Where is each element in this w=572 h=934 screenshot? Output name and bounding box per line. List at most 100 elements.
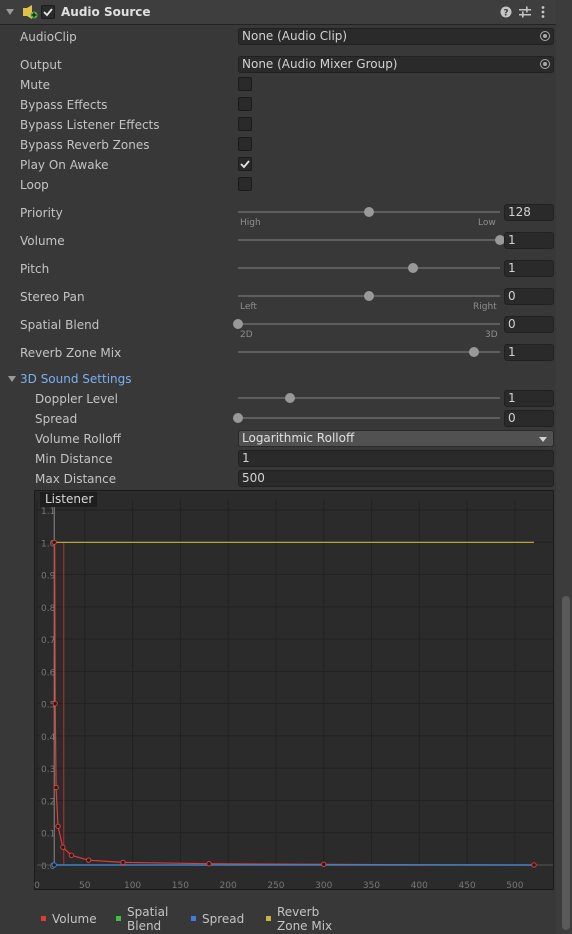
stereo-pan-left-label: Left <box>240 302 257 312</box>
y-tick-label: 0.6 <box>41 668 56 678</box>
reverb-zone-mix-slider-track[interactable] <box>238 351 500 353</box>
volume-rolloff-value: Logarithmic Rolloff <box>242 431 355 445</box>
spatial-blend-slider-knob[interactable] <box>233 319 243 329</box>
output-field[interactable]: None (Audio Mixer Group) <box>238 56 554 73</box>
audio-source-icon <box>23 5 38 19</box>
x-tick-label: 300 <box>315 881 332 890</box>
volume-rolloff-dropdown[interactable]: Logarithmic Rolloff <box>238 430 554 447</box>
3d-settings-foldout-icon[interactable] <box>8 376 16 382</box>
doppler-field[interactable]: 1 <box>504 390 554 407</box>
bypass-effects-label: Bypass Effects <box>20 98 108 112</box>
priority-field[interactable]: 128 <box>504 204 554 221</box>
doppler-slider-track[interactable] <box>238 397 500 399</box>
volume-keyframe-point <box>52 700 58 707</box>
volume-keyframe-point <box>85 857 92 863</box>
doppler-slider-knob[interactable] <box>285 393 296 403</box>
component-enabled-checkbox[interactable] <box>41 5 55 19</box>
stereo-pan-field[interactable]: 0 <box>504 288 554 305</box>
audioclip-field[interactable]: None (Audio Clip) <box>238 28 554 45</box>
loop-checkbox[interactable] <box>238 177 252 191</box>
mute-checkbox[interactable] <box>238 77 252 91</box>
y-tick-label: 1.1 <box>41 507 55 517</box>
spread-slider-knob[interactable] <box>233 413 243 423</box>
min-distance-label: Min Distance <box>35 452 113 466</box>
y-tick-label: 0.3 <box>41 765 55 775</box>
doppler-level-label: Doppler Level <box>35 392 118 406</box>
3d-sound-settings-foldout[interactable]: 3D Sound Settings <box>20 371 132 387</box>
help-icon[interactable]: ? <box>500 6 512 18</box>
priority-label: Priority <box>20 206 63 220</box>
component-header[interactable]: Audio Source ? <box>0 0 556 25</box>
x-tick-label: 450 <box>459 881 476 890</box>
legend-reverb-zone-mix-swatch <box>266 916 271 921</box>
volume-keyframe-point <box>55 823 61 829</box>
x-tick-label: 100 <box>124 881 141 890</box>
volume-keyframe-point <box>531 862 537 868</box>
x-tick-label: 400 <box>411 881 428 890</box>
spatial-blend-slider-track[interactable] <box>238 323 500 325</box>
pitch-field[interactable]: 1 <box>504 260 554 277</box>
legend-reverb-zone-mix-label: Reverb Zone Mix <box>277 905 333 933</box>
legend-spread-label: Spread <box>202 912 245 926</box>
bypass-effects-checkbox[interactable] <box>238 97 252 111</box>
volume-label: Volume <box>20 234 65 248</box>
pitch-slider-knob[interactable] <box>407 263 418 273</box>
output-picker-icon[interactable] <box>540 59 550 69</box>
min-distance-field[interactable]: 1 <box>238 450 554 467</box>
x-tick-label: 200 <box>220 881 237 890</box>
loop-label: Loop <box>20 178 49 192</box>
spread-field[interactable]: 0 <box>504 410 554 427</box>
volume-field[interactable]: 1 <box>504 232 554 249</box>
pitch-slider-track[interactable] <box>238 267 500 269</box>
rolloff-graph[interactable]: 0 50 100 150 200 250 300 350 400 450 5000.00.10.20… <box>34 490 554 890</box>
y-tick-label: 0.2 <box>41 797 55 807</box>
audioclip-label: AudioClip <box>20 30 77 44</box>
priority-low-label: Low <box>478 218 496 228</box>
priority-high-label: High <box>240 218 261 228</box>
pitch-label: Pitch <box>20 262 50 276</box>
legend-spatial-blend-label: Spatial Blend <box>127 905 169 933</box>
y-tick-label: 0.4 <box>41 733 56 743</box>
audioclip-picker-icon[interactable] <box>540 31 550 41</box>
max-distance-field[interactable]: 500 <box>238 470 554 487</box>
legend-spread-swatch <box>191 916 196 921</box>
y-tick-label: 0.7 <box>41 636 55 646</box>
spread-label: Spread <box>35 412 78 426</box>
presets-icon[interactable] <box>519 6 531 18</box>
checkmark-icon <box>240 160 250 169</box>
reverb-zone-mix-field[interactable]: 1 <box>504 344 554 361</box>
spread-slider-track[interactable] <box>238 417 500 419</box>
x-tick-label: 150 <box>172 881 189 890</box>
x-tick-label: 350 <box>363 881 380 890</box>
bypass-listener-effects-label: Bypass Listener Effects <box>20 118 160 132</box>
stereo-pan-slider-knob[interactable] <box>364 291 374 301</box>
inspector-scrollbar-thumb[interactable] <box>562 596 570 930</box>
spatial-blend-field[interactable]: 0 <box>504 316 554 333</box>
priority-slider-knob[interactable] <box>364 207 374 217</box>
bypass-reverb-zones-label: Bypass Reverb Zones <box>20 138 150 152</box>
spatial-blend-3d-label: 3D <box>485 330 498 340</box>
spatial-blend-2d-label: 2D <box>240 330 253 340</box>
bypass-listener-effects-checkbox[interactable] <box>238 117 252 131</box>
output-label: Output <box>20 58 62 72</box>
y-tick-label: 0.8 <box>41 604 56 614</box>
bypass-reverb-zones-checkbox[interactable] <box>238 137 252 151</box>
reverb-zone-mix-slider-knob[interactable] <box>468 347 479 357</box>
volume-keyframe-point <box>60 844 66 850</box>
reverb-zone-mix-label: Reverb Zone Mix <box>20 346 122 360</box>
y-tick-label: 0.1 <box>41 830 55 840</box>
graph-background <box>34 490 554 890</box>
volume-slider-track[interactable] <box>238 239 500 241</box>
volume-keyframe-point <box>206 861 212 867</box>
component-title: Audio Source <box>61 5 151 19</box>
listener-badge: Listener <box>40 492 98 507</box>
foldout-arrow-icon[interactable] <box>6 9 14 15</box>
play-on-awake-checkbox[interactable] <box>238 157 252 171</box>
more-options-icon[interactable] <box>540 6 546 18</box>
volume-keyframe-point <box>51 539 57 545</box>
volume-rolloff-label: Volume Rolloff <box>35 432 121 446</box>
volume-keyframe-point <box>53 784 59 791</box>
y-tick-label: 0.9 <box>41 572 56 582</box>
svg-text:?: ? <box>503 9 508 19</box>
legend-spatial-blend-swatch <box>116 916 121 921</box>
